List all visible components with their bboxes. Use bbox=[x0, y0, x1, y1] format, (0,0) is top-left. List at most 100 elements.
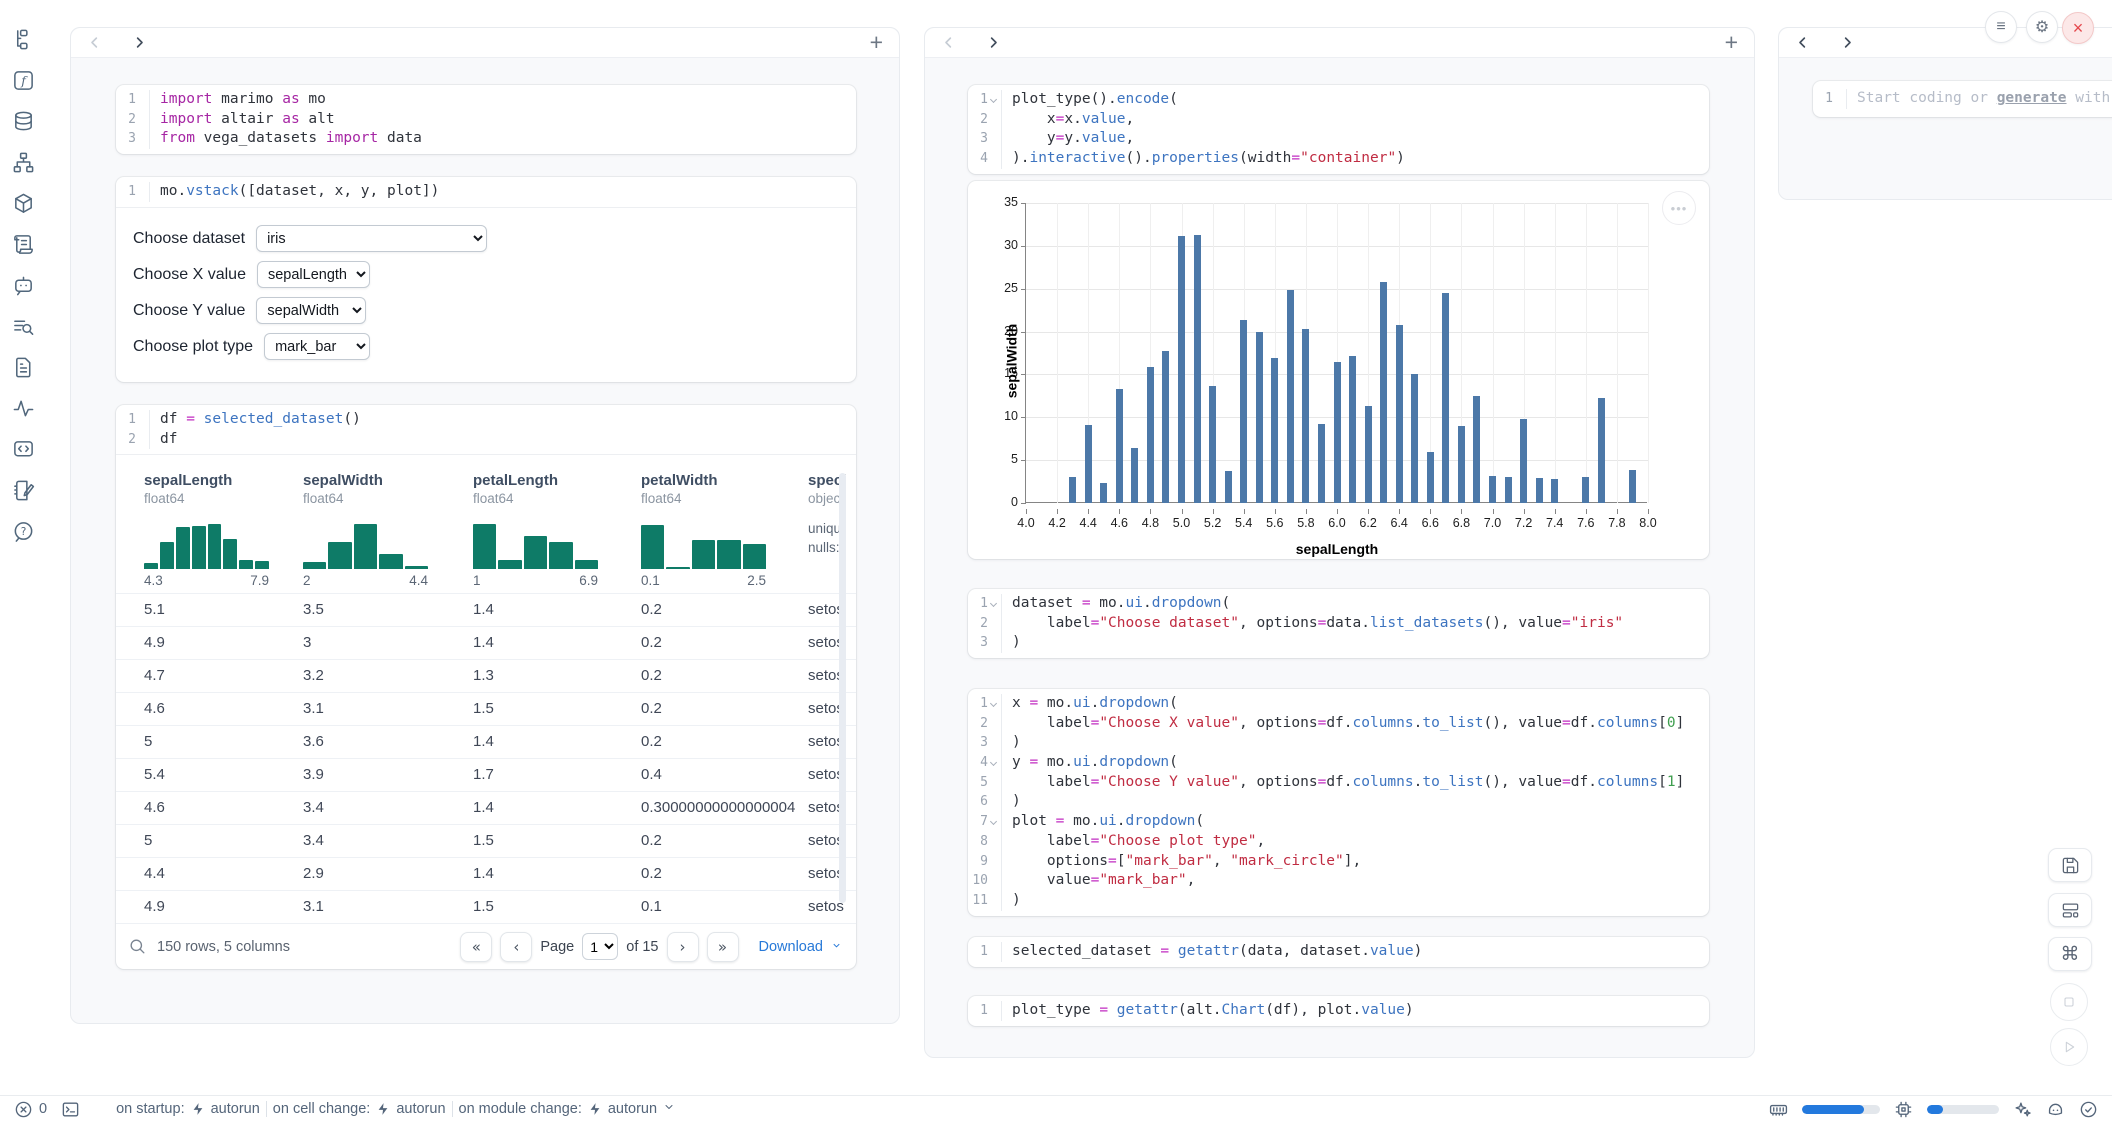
table-row[interactable]: 4.931.40.2setos bbox=[116, 626, 856, 659]
dataset-select[interactable]: iris bbox=[256, 225, 487, 252]
column-header-speci[interactable]: speciobjecuniqunulls: bbox=[808, 471, 856, 557]
code-line[interactable]: 7plot = mo.ui.dropdown( bbox=[968, 812, 1709, 832]
download-button[interactable]: Download bbox=[759, 939, 824, 955]
code-line[interactable]: 4y = mo.ui.dropdown( bbox=[968, 753, 1709, 773]
code-line[interactable]: 3 y=y.value, bbox=[968, 129, 1709, 149]
table-row[interactable]: 53.41.50.2setos bbox=[116, 824, 856, 857]
code-cell-dataset-dropdown[interactable]: 1dataset = mo.ui.dropdown(2 label="Choos… bbox=[968, 589, 1709, 658]
code-line[interactable]: 9 options=["mark_bar", "mark_circle"], bbox=[968, 852, 1709, 872]
column-header-petalLength[interactable]: petalLengthfloat6416.9 bbox=[473, 471, 613, 588]
column-next-icon[interactable] bbox=[1840, 35, 1855, 50]
column-prev-icon[interactable] bbox=[941, 35, 956, 50]
code-cell-vstack[interactable]: 1mo.vstack([dataset, x, y, plot]) Choose… bbox=[116, 177, 856, 382]
search-icon[interactable] bbox=[128, 937, 147, 956]
table-row[interactable]: 5.43.91.70.4setos bbox=[116, 758, 856, 791]
terminal-button[interactable] bbox=[61, 1100, 80, 1119]
code-line[interactable]: 2df bbox=[116, 430, 856, 450]
table-row[interactable]: 4.42.91.40.2setos bbox=[116, 857, 856, 890]
next-page-button[interactable]: › bbox=[667, 932, 699, 962]
code-line[interactable]: 1import marimo as mo bbox=[116, 90, 856, 110]
column-next-icon[interactable] bbox=[132, 35, 147, 50]
save-button[interactable] bbox=[2048, 848, 2092, 882]
code-line[interactable]: 5 label="Choose Y value", options=df.col… bbox=[968, 773, 1709, 793]
code-line[interactable]: 1dataset = mo.ui.dropdown( bbox=[968, 594, 1709, 614]
code-line[interactable]: 6) bbox=[968, 792, 1709, 812]
help-circle-icon[interactable]: ? bbox=[12, 520, 35, 548]
column-prev-icon[interactable] bbox=[87, 35, 102, 50]
code-line[interactable]: 4).interactive().properties(width="conta… bbox=[968, 149, 1709, 169]
package-icon[interactable] bbox=[12, 192, 35, 220]
column-next-icon[interactable] bbox=[986, 35, 1001, 50]
notebook-edit-icon[interactable] bbox=[12, 479, 35, 507]
menu-button[interactable]: ≡ bbox=[1985, 11, 2017, 43]
code-cell-df[interactable]: 1df = selected_dataset()2df sepalLengthf… bbox=[116, 405, 856, 969]
scroll-icon[interactable] bbox=[12, 233, 35, 261]
code-line[interactable]: 11) bbox=[968, 891, 1709, 911]
code-cell-selected-dataset[interactable]: 1selected_dataset = getattr(data, datase… bbox=[968, 937, 1709, 967]
code-cell-xy-dropdowns[interactable]: 1x = mo.ui.dropdown(2 label="Choose X va… bbox=[968, 689, 1709, 916]
altair-bar-chart[interactable]: 4.04.24.44.64.85.05.25.45.65.86.06.26.46… bbox=[1025, 203, 1647, 503]
table-scrollbar[interactable] bbox=[839, 473, 846, 903]
table-row[interactable]: 4.63.41.40.30000000000000004setos bbox=[116, 791, 856, 824]
first-page-button[interactable]: « bbox=[460, 932, 492, 962]
prev-page-button[interactable]: ‹ bbox=[500, 932, 532, 962]
file-text-icon[interactable] bbox=[12, 356, 35, 384]
code-cell-imports[interactable]: 1import marimo as mo2import altair as al… bbox=[116, 85, 856, 154]
code-line[interactable]: 1plot_type = getattr(alt.Chart(df), plot… bbox=[968, 1001, 1709, 1021]
chat-bot-icon[interactable] bbox=[12, 274, 35, 302]
add-cell-button[interactable]: + bbox=[870, 31, 883, 54]
ai-sparkles-button[interactable] bbox=[2013, 1100, 2032, 1119]
list-search-icon[interactable] bbox=[12, 315, 35, 343]
copilot-button[interactable] bbox=[2046, 1100, 2065, 1119]
file-tree-icon[interactable] bbox=[12, 28, 35, 56]
stop-button[interactable] bbox=[2050, 983, 2088, 1021]
table-row[interactable]: 53.61.40.2setos bbox=[116, 725, 856, 758]
column-header-petalWidth[interactable]: petalWidthfloat640.12.5 bbox=[641, 471, 781, 588]
table-row[interactable]: 4.63.11.50.2setos bbox=[116, 692, 856, 725]
autorun-setting[interactable]: on startup:autorun bbox=[116, 1101, 260, 1117]
command-palette-button[interactable]: ⌘ bbox=[2048, 937, 2092, 971]
code-line[interactable]: 3from vega_datasets import data bbox=[116, 129, 856, 149]
column-prev-icon[interactable] bbox=[1795, 35, 1810, 50]
plot-type-select[interactable]: mark_bar bbox=[264, 333, 370, 360]
settings-button[interactable]: ⚙ bbox=[2026, 11, 2058, 43]
autorun-setting[interactable]: on module change:autorun bbox=[459, 1101, 676, 1117]
autorun-setting[interactable]: on cell change:autorun bbox=[273, 1101, 446, 1117]
x-value-select[interactable]: sepalLength bbox=[257, 261, 370, 288]
table-row[interactable]: 4.93.11.50.1setos bbox=[116, 890, 856, 923]
page-select[interactable]: 1 bbox=[582, 933, 618, 960]
y-value-select[interactable]: sepalWidth bbox=[256, 297, 366, 324]
function-square-icon[interactable]: f bbox=[12, 69, 35, 97]
shutdown-button[interactable]: × bbox=[2062, 12, 2094, 44]
cell-placeholder[interactable]: Start coding or generate with bbox=[1847, 89, 2110, 109]
code-line[interactable]: 2 label="Choose dataset", options=data.l… bbox=[968, 614, 1709, 634]
connection-status-button[interactable] bbox=[2079, 1100, 2098, 1119]
code-line[interactable]: 1df = selected_dataset() bbox=[116, 410, 856, 430]
column-header-sepalWidth[interactable]: sepalWidthfloat6424.4 bbox=[303, 471, 443, 588]
errors-button[interactable]: 0 bbox=[14, 1100, 47, 1119]
code-snippet-icon[interactable] bbox=[12, 438, 35, 466]
code-line[interactable]: 8 label="Choose plot type", bbox=[968, 832, 1709, 852]
database-icon[interactable] bbox=[12, 110, 35, 138]
code-line[interactable]: 1plot_type().encode( bbox=[968, 90, 1709, 110]
table-row[interactable]: 5.13.51.40.2setos bbox=[116, 593, 856, 626]
code-line[interactable]: 3) bbox=[968, 733, 1709, 753]
generate-link[interactable]: generate bbox=[1997, 90, 2067, 106]
run-button[interactable] bbox=[2050, 1028, 2088, 1066]
column-header-sepalLength[interactable]: sepalLengthfloat644.37.9 bbox=[144, 471, 284, 588]
activity-icon[interactable] bbox=[12, 397, 35, 425]
code-line[interactable]: 1selected_dataset = getattr(data, datase… bbox=[968, 942, 1709, 962]
chart-menu-button[interactable]: ••• bbox=[1662, 191, 1696, 225]
code-line[interactable]: 3) bbox=[968, 633, 1709, 653]
code-line[interactable]: 2import altair as alt bbox=[116, 110, 856, 130]
network-icon[interactable] bbox=[12, 151, 35, 179]
empty-code-cell[interactable]: 1 Start coding or generate with bbox=[1813, 81, 2112, 117]
table-row[interactable]: 4.73.21.30.2setos bbox=[116, 659, 856, 692]
code-cell-plot[interactable]: 1plot_type().encode(2 x=x.value,3 y=y.va… bbox=[968, 85, 1709, 174]
code-line[interactable]: 2 label="Choose X value", options=df.col… bbox=[968, 714, 1709, 734]
code-line[interactable]: 1mo.vstack([dataset, x, y, plot]) bbox=[116, 182, 856, 202]
code-cell-plot-type[interactable]: 1plot_type = getattr(alt.Chart(df), plot… bbox=[968, 996, 1709, 1026]
add-cell-button[interactable]: + bbox=[1725, 31, 1738, 54]
code-line[interactable]: 10 value="mark_bar", bbox=[968, 871, 1709, 891]
code-line[interactable]: 1x = mo.ui.dropdown( bbox=[968, 694, 1709, 714]
